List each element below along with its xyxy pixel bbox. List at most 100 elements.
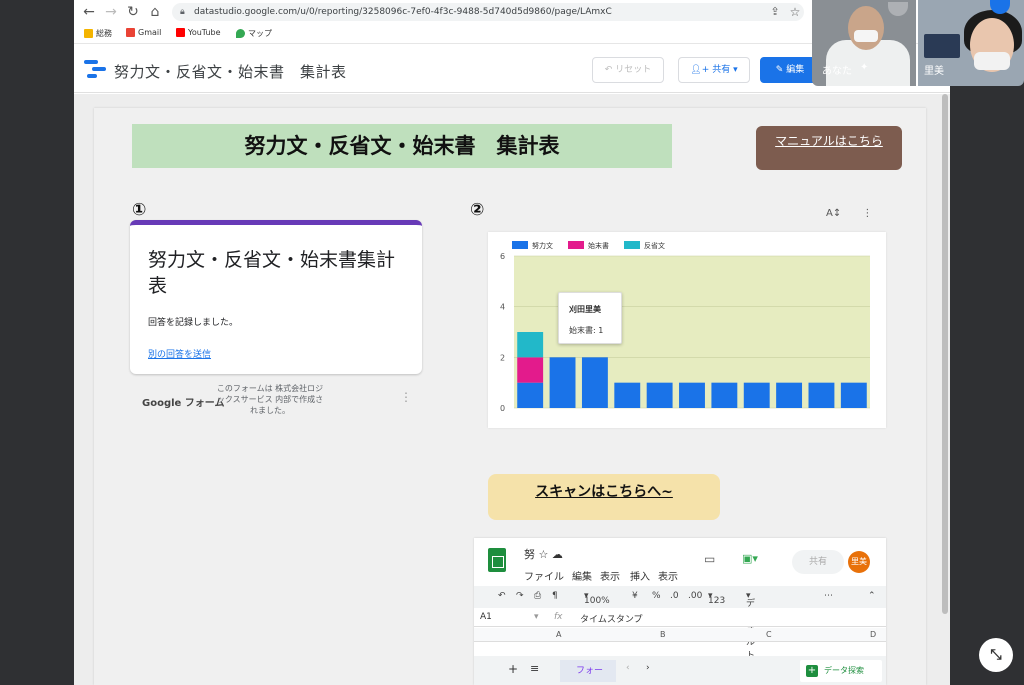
bar	[549, 357, 576, 408]
bookmark-youtube[interactable]: YouTube	[176, 28, 221, 37]
all-sheets-icon[interactable]: ≡	[530, 662, 539, 675]
exit-fullscreen-icon[interactable]: ⤡	[979, 638, 1013, 672]
cloud-icon: ☁	[551, 548, 563, 561]
meet-video-self: あなた ✦	[812, 0, 916, 86]
menu-insert[interactable]: 挿入	[630, 568, 650, 583]
increase-decimal-button[interactable]: .00	[688, 591, 702, 601]
bookmark-somu[interactable]: 総務	[84, 28, 112, 39]
bar	[679, 382, 705, 408]
sparkle-icon[interactable]: ✦	[860, 62, 868, 73]
bookmark-label: マップ	[248, 29, 272, 38]
cell-reference[interactable]: A1	[480, 612, 492, 622]
column-b[interactable]: B	[660, 630, 666, 639]
more-options-icon[interactable]: ⋮	[400, 390, 412, 404]
chart-tooltip: 刈田里美 始末書: 1	[558, 292, 622, 344]
sheet-toolbar: ↶ ↷ ⎙ ¶ 100% ▾ ¥ % .0 .00 123▾ デフォルト... …	[474, 586, 886, 661]
submit-another-link[interactable]: 別の回答を送信	[148, 347, 211, 360]
scroll-left-icon[interactable]: ‹	[626, 663, 630, 673]
zoom-value: 100%	[584, 596, 610, 606]
menu-file[interactable]: ファイル	[524, 568, 564, 583]
reset-button[interactable]: ↶ リセット	[592, 57, 664, 83]
url-field[interactable]: 🔒︎ datastudio.google.com/u/0/reporting/3…	[172, 3, 804, 21]
self-video-label: あなた	[822, 66, 852, 77]
zoom-select[interactable]: 100% ▾	[584, 591, 610, 606]
legend-label: 努力文	[532, 241, 553, 250]
add-sheet-icon[interactable]: +	[508, 662, 518, 676]
percent-button[interactable]: %	[652, 591, 661, 601]
bar	[808, 382, 835, 408]
menu-view[interactable]: 表示	[600, 568, 620, 583]
legend-swatch	[624, 241, 640, 249]
legend-swatch	[568, 241, 584, 249]
bar	[711, 382, 738, 408]
column-header: A B C D	[474, 628, 886, 642]
reload-icon[interactable]: ↻	[124, 3, 142, 21]
number-format-value: 123	[708, 596, 726, 606]
report-canvas: 努力文・反省文・始末書 集計表 マニュアルはこちら ① ② 努力文・反省文・始末…	[74, 94, 950, 685]
legend-swatch	[512, 241, 528, 249]
section-label-2: ②	[470, 200, 485, 220]
lock-icon: 🔒︎	[180, 7, 185, 17]
report-title: 努力文・反省文・始末書 集計表	[114, 63, 347, 81]
menu-edit[interactable]: 編集	[572, 568, 592, 583]
y-tick-label: 2	[500, 353, 505, 362]
undo-icon[interactable]: ↶	[498, 591, 506, 601]
forward-icon[interactable]: →	[102, 3, 120, 21]
page-scrollbar[interactable]	[942, 94, 948, 614]
number-format-select[interactable]: 123 ▾	[708, 591, 725, 606]
url-text: datastudio.google.com/u/0/reporting/3258…	[194, 7, 612, 17]
avatar[interactable]: 里美	[848, 551, 870, 573]
comment-icon[interactable]: ▭	[704, 552, 715, 566]
column-a[interactable]: A	[556, 630, 561, 639]
embedded-sheet: 努 ☆ ☁ ファイル 編集 表示 挿入 表示 ▭ ▣▾ 共有 里美 ↶ ↷ ⎙ …	[474, 538, 886, 685]
column-c[interactable]: C	[766, 630, 772, 639]
back-icon[interactable]: ←	[80, 3, 98, 21]
legend-label: 反省文	[644, 241, 665, 250]
sheet-tab[interactable]: フォー	[560, 660, 616, 682]
share-page-icon[interactable]: ⇪	[766, 3, 784, 21]
edit-button[interactable]: ✎ 編集	[760, 57, 820, 83]
meet-video-participant: 里美	[918, 0, 1024, 86]
y-tick-label: 0	[500, 404, 505, 413]
mic-off-icon[interactable]	[888, 2, 908, 16]
participant-video-label: 里美	[924, 66, 944, 77]
currency-button[interactable]: ¥	[632, 591, 638, 601]
sheet-doc-name: 努 ☆ ☁	[524, 546, 563, 562]
bar	[517, 332, 544, 358]
redo-icon[interactable]: ↷	[516, 591, 524, 601]
bookmark-star-icon[interactable]: ☆	[786, 3, 804, 21]
meet-icon[interactable]: ▣▾	[742, 552, 758, 565]
chart-menu-icon[interactable]: ⋮	[862, 208, 872, 219]
bookmark-maps[interactable]: マップ	[236, 28, 272, 39]
decrease-decimal-button[interactable]: .0	[670, 591, 679, 601]
bookmark-label: YouTube	[188, 28, 221, 37]
sort-icon[interactable]: A↕	[826, 208, 841, 219]
formula-input[interactable]: タイムスタンプ	[580, 612, 643, 625]
bar	[517, 382, 544, 408]
sheet-header: 努 ☆ ☁ ファイル 編集 表示 挿入 表示 ▭ ▣▾ 共有 里美	[474, 538, 886, 584]
home-icon[interactable]: ⌂	[146, 3, 164, 21]
manual-link-button[interactable]: マニュアルはこちら	[756, 126, 902, 170]
paint-format-icon[interactable]: ¶	[552, 591, 558, 601]
more-tools-icon[interactable]: ⋯	[824, 591, 833, 601]
video-person-mask	[974, 52, 1010, 70]
edit-label: 編集	[786, 65, 805, 75]
folder-icon	[84, 29, 93, 38]
print-icon[interactable]: ⎙	[534, 591, 541, 601]
page-title-banner: 努力文・反省文・始末書 集計表	[132, 124, 672, 168]
scroll-right-icon[interactable]: ›	[646, 663, 650, 673]
share-button[interactable]: 👤︎+ 共有 ▾	[678, 57, 750, 83]
explore-button[interactable]: データ探索	[800, 660, 882, 682]
google-forms-brand: Google フォーム	[142, 398, 225, 409]
collapse-icon[interactable]: ⌃	[868, 591, 876, 601]
font-select[interactable]: デフォルト... ▾	[746, 591, 764, 661]
menu-format[interactable]: 表示	[658, 568, 678, 583]
tooltip-value: 始末書: 1	[569, 326, 604, 335]
bookmark-gmail[interactable]: Gmail	[126, 28, 161, 37]
dropdown-icon[interactable]: ▾	[534, 612, 539, 622]
sheet-share-button[interactable]: 共有	[792, 550, 844, 574]
scan-link-banner[interactable]: スキャンはこちらへ~	[488, 474, 720, 520]
legend-label: 始末書	[588, 241, 609, 250]
star-icon[interactable]: ☆	[539, 548, 549, 561]
column-d[interactable]: D	[870, 630, 876, 639]
